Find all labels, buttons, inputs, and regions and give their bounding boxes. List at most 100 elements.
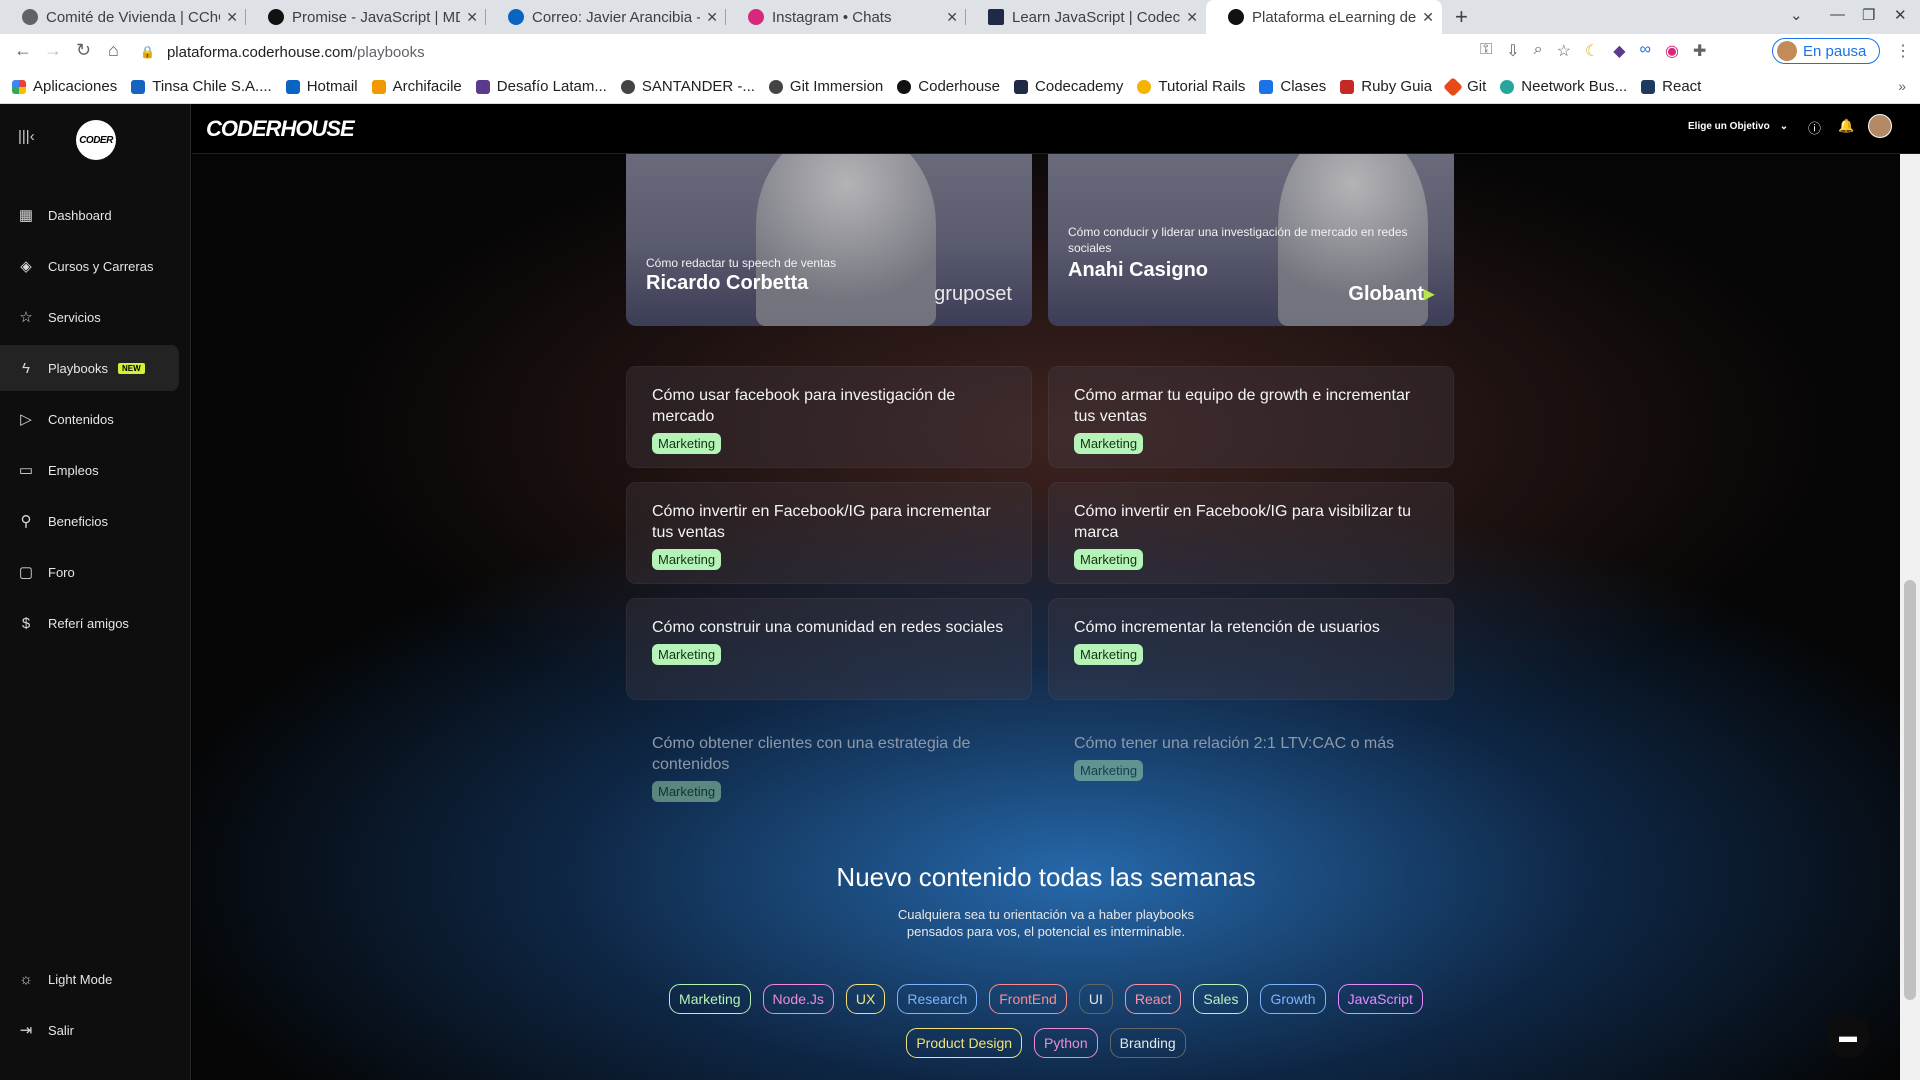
bookmark-item[interactable]: Tutorial Rails [1137,78,1245,95]
puzzle-icon[interactable]: ✚ [1693,41,1706,61]
topic-chip[interactable]: UI [1078,984,1113,1014]
minimize-icon[interactable]: — [1830,6,1845,23]
bookmark-item[interactable]: Ruby Guia [1340,78,1432,95]
topic-chip[interactable]: Growth [1260,984,1326,1014]
browser-tab[interactable]: Correo: Javier Arancibia - Outlook ✕ [486,0,726,34]
collapse-sidebar-icon[interactable]: |||‹ [18,128,35,145]
topic-chip[interactable]: JavaScript [1337,984,1423,1014]
playbook-title: Cómo armar tu equipo de growth e increme… [1074,387,1411,425]
close-tab-icon[interactable]: ✕ [946,9,958,26]
topic-chip[interactable]: FrontEnd [989,984,1067,1014]
sidebar-item-label: Empleos [48,462,99,478]
bookmark-item[interactable]: SANTANDER -... [620,78,755,95]
help-icon[interactable]: ⓘ [1808,118,1821,137]
bookmark-item[interactable]: Coderhouse [897,78,1000,95]
bookmark-star-icon[interactable]: ☆ [1557,41,1571,61]
forward-icon[interactable]: → [44,40,62,61]
browser-tab[interactable]: Comité de Vivienda | CChC ✕ [0,0,246,34]
bookmark-item[interactable]: Archifacile [371,78,462,95]
browser-tab[interactable]: Instagram • Chats ✕ [726,0,966,34]
sidebar-item-foro[interactable]: ▢ Foro [0,549,191,595]
close-tab-icon[interactable]: ✕ [466,9,478,26]
bookmark-item[interactable]: React [1641,78,1701,95]
featured-playbook-card[interactable]: Cómo redactar tu speech de ventas Ricard… [626,154,1032,326]
globe-icon [768,79,783,94]
playbook-card[interactable]: Cómo obtener clientes con una estrategia… [626,714,1032,810]
sidebar-item-empleos[interactable]: ▭ Empleos [0,447,191,493]
close-tab-icon[interactable]: ✕ [1422,9,1434,26]
profile-button[interactable]: En pausa [1772,38,1880,64]
link-extension-icon[interactable]: ∞ [1640,41,1651,61]
address-bar[interactable]: 🔒 plataforma.coderhouse.com/playbooks [140,38,1500,66]
browser-tab[interactable]: Learn JavaScript | Codecademy ✕ [966,0,1206,34]
restore-icon[interactable]: ❐ [1862,6,1875,24]
bookmark-item[interactable]: Clases [1259,78,1326,95]
sidebar-item-light-mode[interactable]: ☼ Light Mode [0,956,191,1002]
topic-chip[interactable]: Marketing [669,984,751,1014]
playbook-card[interactable]: Cómo construir una comunidad en redes so… [626,598,1032,700]
url-domain: plataforma.coderhouse.com [166,43,353,61]
sidebar-item-referi[interactable]: $ Referí amigos [0,600,191,646]
support-chat-button[interactable]: ▬ [1826,1014,1870,1058]
extension-badge-icon[interactable]: ◆ [1613,41,1625,61]
bookmark-item[interactable]: Git Immersion [768,78,883,95]
key-icon[interactable]: ⚿ [1480,41,1492,61]
bell-icon[interactable]: 🔔 [1838,118,1854,134]
record-extension-icon[interactable]: ◉ [1665,41,1679,61]
playbook-card[interactable]: Cómo tener una relación 2:1 LTV:CAC o má… [1048,714,1454,810]
sidebar-item-dashboard[interactable]: ▦ Dashboard [0,192,191,238]
back-icon[interactable]: ← [14,40,32,61]
playbook-card[interactable]: Cómo armar tu equipo de growth e increme… [1048,366,1454,468]
playbook-card[interactable]: Cómo incrementar la retención de usuario… [1048,598,1454,700]
bookmarks-overflow-icon[interactable]: » [1898,78,1906,94]
sidebar-item-playbooks[interactable]: ϟ Playbooks NEW [0,345,179,391]
playbook-card[interactable]: Cómo invertir en Facebook/IG para visibi… [1048,482,1454,584]
bookmark-item[interactable]: Codecademy [1014,78,1123,95]
zoom-icon[interactable]: ⌕ [1534,41,1543,61]
featured-playbook-card[interactable]: Cómo conducir y liderar una investigació… [1048,154,1454,326]
bookmark-item[interactable]: Neetwork Bus... [1500,78,1627,95]
topic-chip[interactable]: UX [845,984,886,1014]
briefcase-icon: ▭ [18,462,34,479]
menu-kebab-icon[interactable]: ⋮ [1895,41,1911,61]
home-icon[interactable]: ⌂ [108,40,119,61]
topic-chip[interactable]: React [1124,984,1182,1014]
sidebar-item-salir[interactable]: ⇥ Salir [0,1007,191,1053]
bookmark-item[interactable]: Git [1443,76,1486,97]
browser-tab-active[interactable]: Plataforma eLearning de Coderhouse ✕ [1206,0,1442,34]
bookmark-favicon-icon [475,79,490,94]
scrollbar-thumb[interactable] [1904,580,1916,1000]
brand-logo[interactable]: CODERHOUSE [206,116,355,142]
featured-speaker-name: Anahi Casigno [1068,259,1209,281]
topic-chip[interactable]: Python [1034,1028,1098,1058]
playbook-card[interactable]: Cómo invertir en Facebook/IG para increm… [626,482,1032,584]
bookmark-item[interactable]: Aplicaciones [12,78,117,95]
bookmark-item[interactable]: Hotmail [285,78,358,95]
close-window-icon[interactable]: ✕ [1894,6,1907,24]
tab-search-icon[interactable]: ⌄ [1790,6,1803,24]
bookmark-item[interactable]: Desafío Latam... [475,78,607,95]
close-tab-icon[interactable]: ✕ [1186,9,1198,26]
goal-dropdown[interactable]: Elige un Objetivo ⌄ [1688,121,1788,132]
sidebar-item-contenidos[interactable]: ▷ Contenidos [0,396,191,442]
topic-chip[interactable]: Product Design [906,1028,1023,1058]
reload-icon[interactable]: ↻ [76,40,91,61]
moon-extension-icon[interactable]: ☾ [1585,41,1599,61]
install-icon[interactable]: ⇩ [1506,41,1519,61]
new-tab-icon[interactable]: + [1455,4,1468,30]
topic-chip[interactable]: Branding [1109,1028,1186,1058]
close-tab-icon[interactable]: ✕ [226,9,238,26]
topic-chip[interactable]: Sales [1193,984,1249,1014]
topic-chip[interactable]: Node.Js [762,984,834,1014]
user-avatar[interactable] [1868,114,1892,138]
sidebar-item-cursos[interactable]: ◈ Cursos y Carreras [0,243,191,289]
sidebar-item-servicios[interactable]: ☆ Servicios [0,294,191,340]
bookmark-item[interactable]: Tinsa Chile S.A.... [131,78,272,95]
topic-chip[interactable]: Research [897,984,978,1014]
page-scrollbar[interactable] [1900,154,1920,1080]
playbook-card[interactable]: Cómo usar facebook para investigación de… [626,366,1032,468]
chevron-down-icon: ⌄ [1779,121,1789,132]
close-tab-icon[interactable]: ✕ [706,9,718,26]
browser-tab[interactable]: Promise - JavaScript | MDN ✕ [246,0,486,34]
sidebar-item-beneficios[interactable]: ⚲ Beneficios [0,498,191,544]
